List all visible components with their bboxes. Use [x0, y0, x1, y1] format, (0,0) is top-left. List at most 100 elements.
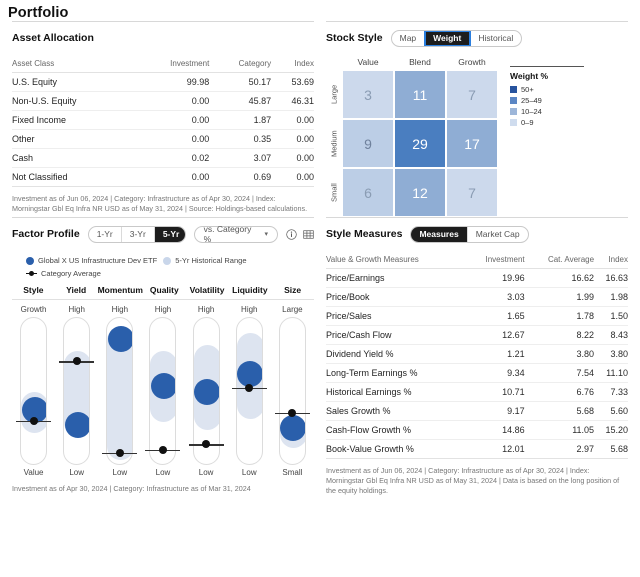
stock-style-tab-map[interactable]: Map — [392, 30, 426, 46]
factor-legend-label: Global X US Infrastructure Dev ETF — [38, 256, 158, 265]
table-row: Non-U.S. Equity 0.00 45.87 46.31 — [12, 91, 314, 111]
asset-allocation-header: Asset Allocation — [12, 28, 314, 48]
asset-allocation-panel: Asset Allocation Asset Class Investment … — [6, 21, 320, 217]
col-asset-class: Asset Class — [12, 56, 135, 73]
style-box-cell[interactable]: 11 — [394, 70, 446, 119]
cell-investment: 14.86 — [465, 420, 525, 440]
cell-index: 5.60 — [594, 401, 628, 421]
style-measures-tab-market-cap[interactable]: Market Cap — [468, 227, 528, 242]
table-row: Price/Earnings 19.96 16.62 16.63 — [326, 268, 628, 288]
factor-top-label-yield: High — [68, 305, 85, 314]
factor-investment-bubble[interactable] — [64, 411, 90, 438]
stock-style-tab-weight[interactable]: Weight — [424, 30, 472, 46]
factor-profile-title: Factor Profile — [12, 228, 80, 240]
factor-bottom-label-volatility: Low — [198, 468, 214, 477]
legend-title: Weight % — [510, 71, 549, 81]
factor-investment-bubble[interactable] — [107, 325, 133, 352]
cell-index: 53.69 — [271, 72, 314, 92]
style-box-grid: 3 11 7 9 29 17 6 12 7 — [342, 70, 498, 217]
factor-header-quality: Quality — [149, 285, 179, 295]
cell-index: 0.00 — [271, 167, 314, 187]
legend-label: 50+ — [521, 85, 534, 94]
cell-index: 15.20 — [594, 420, 628, 440]
factor-column-liquidity — [228, 317, 271, 465]
cell-asset-class: Fixed Income — [12, 110, 135, 130]
style-measures-tab-measures[interactable]: Measures — [411, 226, 468, 242]
factor-investment-bubble[interactable] — [150, 373, 176, 400]
factor-investment-bubble[interactable] — [280, 414, 305, 441]
legend-label: 25–49 — [521, 96, 542, 105]
factor-top-labels: Growth High High High High High Large — [12, 300, 314, 317]
factor-column-volatility — [185, 317, 228, 465]
factor-period-tab-1-yr[interactable]: 1-Yr — [89, 226, 122, 242]
cell-investment: 10.71 — [465, 382, 525, 402]
factor-bottom-label-style: Value — [23, 468, 44, 477]
cell-measure-name: Price/Book — [326, 287, 466, 307]
cell-cat-average: 7.54 — [524, 363, 595, 383]
table-row: U.S. Equity 99.98 50.17 53.69 — [12, 72, 314, 92]
factor-bottom-label-momentum: Low — [112, 468, 128, 477]
cell-measure-name: Sales Growth % — [326, 401, 466, 421]
style-box-cell[interactable]: 12 — [394, 168, 446, 217]
factor-column-style — [12, 317, 55, 465]
cell-cat-average: 1.99 — [524, 287, 595, 307]
cell-investment: 19.96 — [465, 268, 525, 288]
stock-style-toggle[interactable]: Map Weight Historical — [390, 29, 523, 47]
factor-period-toggle[interactable]: 1-Yr 3-Yr 5-Yr — [87, 225, 186, 243]
factor-top-label-volatility: High — [197, 305, 215, 314]
stock-style-title: Stock Style — [326, 32, 383, 44]
table-row: Historical Earnings % 10.71 6.76 7.33 — [326, 382, 628, 402]
cell-category: 3.07 — [209, 148, 272, 168]
style-box-row: 9 29 17 — [342, 119, 498, 168]
factor-top-label-momentum: High — [111, 305, 129, 314]
style-box-cell[interactable]: 29 — [394, 119, 446, 168]
stock-style-panel: Stock Style Map Weight Historical Value Ble… — [320, 21, 634, 217]
stock-style-tab-historical[interactable]: Historical — [470, 31, 521, 46]
factor-header-style: Style — [23, 285, 44, 295]
style-box-col-value: Value — [357, 57, 379, 67]
cell-index: 0.00 — [271, 129, 314, 149]
factor-column-yield — [55, 317, 98, 465]
col-cat-average: Cat. Average — [524, 252, 595, 269]
info-icon[interactable] — [286, 228, 297, 240]
factor-bottom-label-yield: Low — [69, 468, 85, 477]
style-box-cell[interactable]: 9 — [342, 119, 394, 168]
legend-label: 10–24 — [521, 107, 542, 116]
legend-dot-icon — [163, 256, 172, 265]
factor-top-label-liquidity: High — [241, 305, 258, 314]
cell-investment: 0.02 — [134, 148, 210, 168]
cell-index: 1.98 — [594, 287, 628, 307]
style-box-cell[interactable]: 3 — [342, 70, 394, 119]
legend-item: 0–9 — [510, 118, 584, 127]
legend-swatch — [510, 86, 517, 93]
table-icon[interactable] — [303, 229, 314, 240]
factor-legend-item: Global X US Infrastructure Dev ETF — [26, 256, 157, 265]
style-measures-toggle[interactable]: Measures Market Cap — [410, 225, 529, 243]
style-measures-header: Style Measures Measures Market Cap — [326, 224, 628, 244]
cell-category: 1.87 — [209, 110, 272, 130]
factor-period-tab-5-yr[interactable]: 5-Yr — [154, 226, 185, 242]
legend-item: 10–24 — [510, 107, 584, 116]
table-row: Book-Value Growth % 12.01 2.97 5.68 — [326, 439, 628, 459]
style-box-cell[interactable]: 6 — [342, 168, 394, 217]
panel-grid: Asset Allocation Asset Class Investment … — [0, 21, 640, 497]
factor-legend-item: 5-Yr Historical Range — [163, 256, 247, 265]
compare-select[interactable]: vs. Category % ▾ — [193, 224, 278, 244]
style-measures-footnote: Investment as of Jun 06, 2024 | Category… — [326, 466, 620, 496]
table-row: Price/Book 3.03 1.99 1.98 — [326, 287, 628, 307]
style-box-cell[interactable]: 7 — [446, 70, 498, 119]
factor-column-momentum — [98, 317, 141, 465]
cell-index: 0.00 — [271, 148, 314, 168]
factor-header-liquidity: Liquidity — [232, 285, 268, 295]
col-investment: Investment — [134, 56, 210, 73]
factor-column-size — [271, 317, 314, 465]
style-box-cell[interactable]: 7 — [446, 168, 498, 217]
factor-top-label-style: Growth — [20, 305, 47, 314]
factor-investment-bubble[interactable] — [194, 379, 219, 405]
stock-style-header: Stock Style Map Weight Historical — [326, 28, 628, 48]
style-box-cell[interactable]: 17 — [446, 119, 498, 168]
chevron-down-icon: ▾ — [264, 231, 268, 238]
cell-category: 0.35 — [209, 129, 272, 149]
factor-column-quality — [141, 317, 184, 465]
factor-period-tab-3-yr[interactable]: 3-Yr — [122, 226, 155, 242]
